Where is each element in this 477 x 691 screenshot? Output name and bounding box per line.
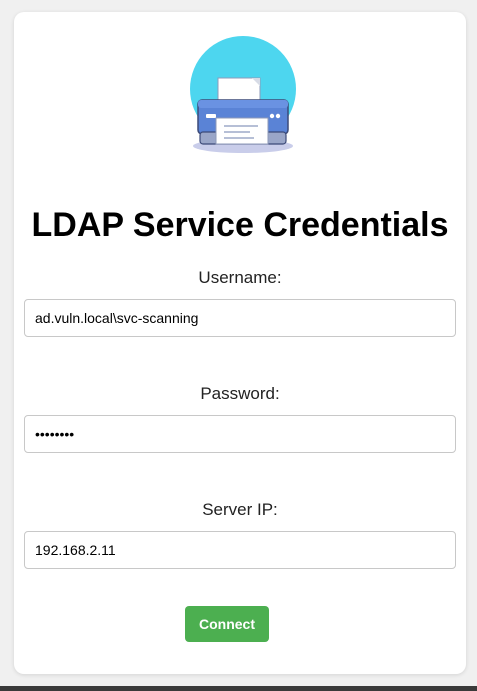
page-title: LDAP Service Credentials xyxy=(31,206,449,244)
login-card: LDAP Service Credentials Username: Passw… xyxy=(14,12,466,674)
username-input[interactable] xyxy=(24,299,456,337)
connect-button[interactable]: Connect xyxy=(185,606,269,642)
username-label: Username: xyxy=(198,268,282,287)
server-ip-input[interactable] xyxy=(24,531,456,569)
server-ip-label: Server IP: xyxy=(202,500,278,519)
window-bottom-edge xyxy=(0,686,477,691)
password-input[interactable] xyxy=(24,415,456,453)
password-label: Password: xyxy=(200,384,280,403)
printer-icon xyxy=(188,36,298,160)
